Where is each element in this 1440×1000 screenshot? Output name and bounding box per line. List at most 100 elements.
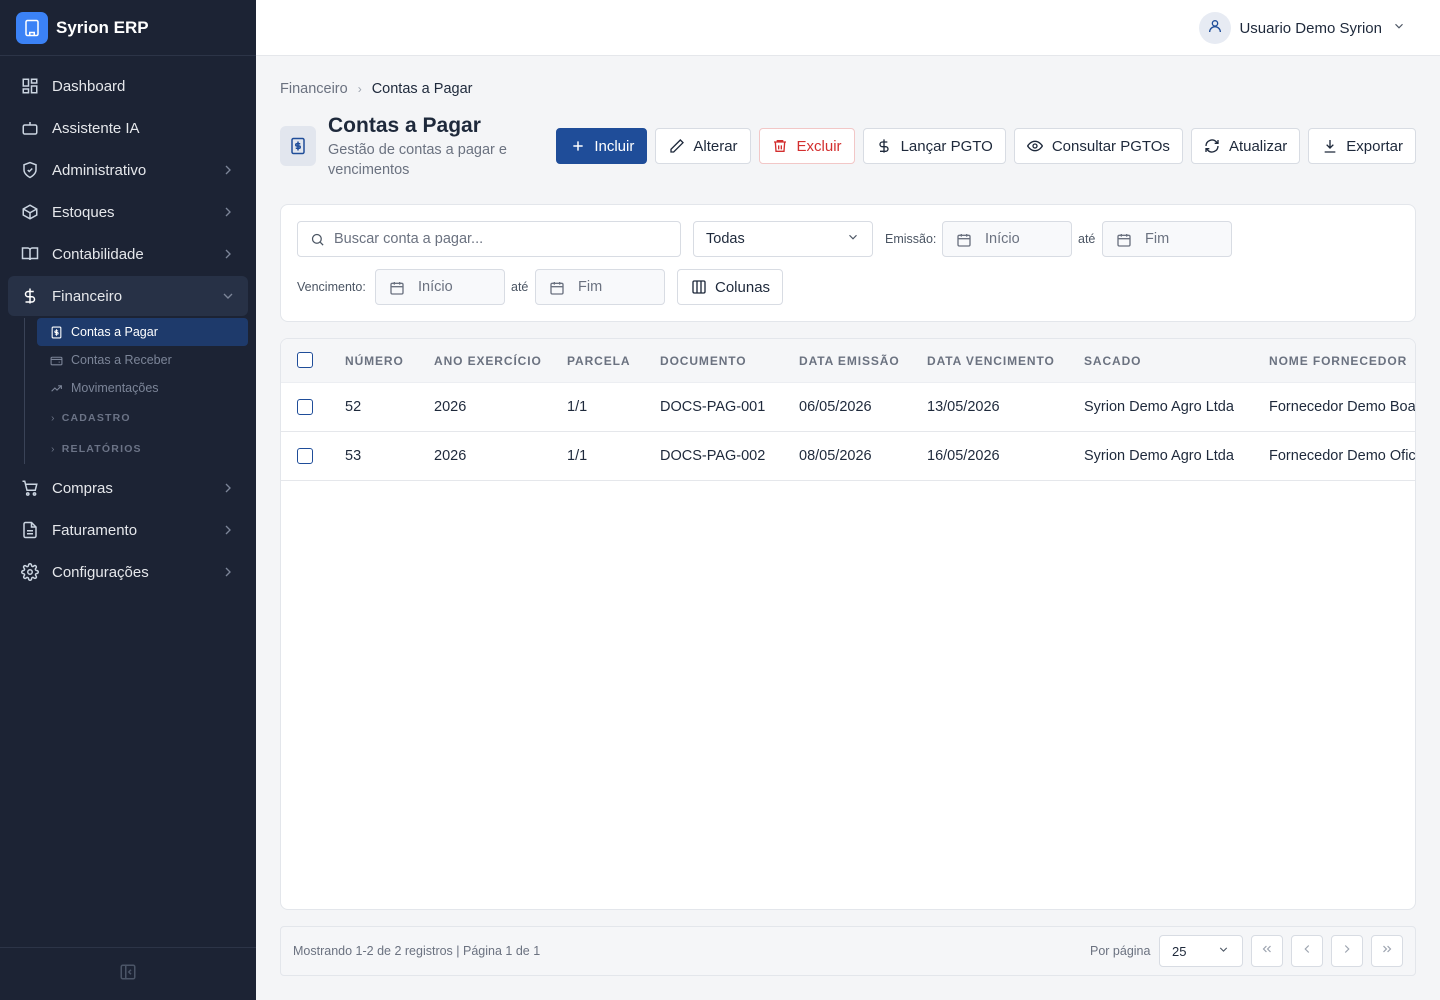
vencimento-label: Vencimento: xyxy=(297,280,366,294)
column-header[interactable]: Ano Exercício xyxy=(434,354,542,368)
table-header: Número Ano Exercício Parcela Documento D… xyxy=(281,339,1415,383)
cell-ano: 2026 xyxy=(434,399,467,415)
trash-icon xyxy=(772,138,789,155)
chevron-right-icon xyxy=(220,204,236,220)
first-page-button[interactable] xyxy=(1251,935,1283,967)
app-name: Syrion ERP xyxy=(56,17,149,37)
vencimento-inicio-field[interactable]: Início xyxy=(375,269,505,305)
brand[interactable]: Syrion ERP xyxy=(0,0,256,56)
sidebar-item-configuracoes[interactable]: Configurações xyxy=(8,552,248,592)
sidebar-section-cadastro[interactable]: › CADASTRO xyxy=(37,402,248,433)
per-page-select[interactable]: 25 xyxy=(1159,935,1243,967)
consultar-pgtos-button[interactable]: Consultar PGTOs xyxy=(1013,128,1183,164)
chevron-right-icon xyxy=(220,522,236,538)
incluir-button[interactable]: Incluir xyxy=(556,128,648,164)
avatar xyxy=(1199,12,1232,44)
chevron-right-icon: › xyxy=(51,442,56,455)
sidebar-item-contabilidade[interactable]: Contabilidade xyxy=(8,234,248,274)
last-page-button[interactable] xyxy=(1371,935,1403,967)
date-placeholder: Início xyxy=(418,279,453,295)
sidebar-subitem-label: Movimentações xyxy=(71,381,159,395)
breadcrumb-current: Contas a Pagar xyxy=(371,81,473,97)
status-select[interactable]: Todas xyxy=(693,221,873,257)
data-table: Número Ano Exercício Parcela Documento D… xyxy=(280,338,1416,910)
search-icon xyxy=(310,232,325,251)
column-header[interactable]: Data Emissão xyxy=(799,354,900,368)
invoice-icon xyxy=(20,520,40,540)
cell-sacado: Syrion Demo Agro Ltda xyxy=(1084,448,1234,464)
chevron-down-icon xyxy=(1392,19,1406,38)
dollar-icon xyxy=(876,138,893,155)
row-checkbox[interactable] xyxy=(297,399,313,415)
search-input[interactable]: Buscar conta a pagar... xyxy=(297,221,681,257)
column-header[interactable]: Número xyxy=(345,354,404,368)
sidebar-section-relatorios[interactable]: › RELATÓRIOS xyxy=(37,433,248,464)
lancar-pgto-button[interactable]: Lançar PGTO xyxy=(862,128,1006,164)
wallet-icon xyxy=(49,353,63,367)
atualizar-button[interactable]: Atualizar xyxy=(1190,128,1301,164)
cell-fornecedor: Fornecedor Demo Boa xyxy=(1269,399,1416,415)
cell-numero: 52 xyxy=(345,399,362,415)
alterar-button[interactable]: Alterar xyxy=(655,128,751,164)
column-header[interactable]: Documento xyxy=(660,354,747,368)
next-page-button[interactable] xyxy=(1331,935,1363,967)
chevron-right-icon: › xyxy=(51,411,56,424)
chevrons-left-icon xyxy=(1260,942,1274,961)
status-select-value: Todas xyxy=(706,231,745,247)
user-menu[interactable]: Usuario Demo Syrion xyxy=(1199,12,1406,44)
table-row[interactable]: 52 2026 1/1 DOCS-PAG-001 06/05/2026 13/0… xyxy=(281,383,1415,432)
sidebar-subitem-movimentacoes[interactable]: Movimentações xyxy=(37,374,248,402)
cell-sacado: Syrion Demo Agro Ltda xyxy=(1084,399,1234,415)
sidebar-item-label: Assistente IA xyxy=(52,119,140,137)
excluir-button[interactable]: Excluir xyxy=(758,128,855,164)
sidebar: Syrion ERP Dashboard Assistente IA Admin… xyxy=(0,0,256,1000)
sidebar-item-label: Administrativo xyxy=(52,161,147,179)
sidebar-item-label: Contabilidade xyxy=(52,245,144,263)
sidebar-nav: Dashboard Assistente IA Administrativo E… xyxy=(0,56,256,604)
sidebar-item-dashboard[interactable]: Dashboard xyxy=(8,66,248,106)
exportar-button[interactable]: Exportar xyxy=(1308,128,1416,164)
chevron-right-icon xyxy=(220,564,236,580)
breadcrumb-link-financeiro[interactable]: Financeiro xyxy=(280,81,348,97)
cell-emissao: 06/05/2026 xyxy=(799,399,872,415)
select-all-checkbox[interactable] xyxy=(297,352,313,368)
cell-numero: 53 xyxy=(345,448,362,464)
trending-up-icon xyxy=(49,381,63,395)
column-header[interactable]: Nome Fornecedor xyxy=(1269,354,1407,368)
sidebar-item-compras[interactable]: Compras xyxy=(8,468,248,508)
sidebar-item-label: Configurações xyxy=(52,563,149,581)
sidebar-section-label: CADASTRO xyxy=(61,411,131,424)
sidebar-item-label: Estoques xyxy=(52,203,115,221)
date-placeholder: Fim xyxy=(1145,231,1170,247)
chevrons-right-icon xyxy=(1380,942,1394,961)
vencimento-fim-field[interactable]: Fim xyxy=(535,269,665,305)
emissao-inicio-field[interactable]: Início xyxy=(942,221,1072,257)
emissao-label: Emissão: xyxy=(885,232,937,246)
columns-icon xyxy=(690,279,707,296)
prev-page-button[interactable] xyxy=(1291,935,1323,967)
column-header[interactable]: Data Vencimento xyxy=(927,354,1055,368)
emissao-fim-field[interactable]: Fim xyxy=(1102,221,1232,257)
sidebar-item-label: Compras xyxy=(52,479,113,497)
sidebar-subitem-contas-receber[interactable]: Contas a Receber xyxy=(37,346,248,374)
column-header[interactable]: Sacado xyxy=(1084,354,1141,368)
row-checkbox[interactable] xyxy=(297,448,313,464)
topbar: Usuario Demo Syrion xyxy=(256,0,1440,56)
lancar-pgto-label: Lançar PGTO xyxy=(900,137,993,155)
user-icon xyxy=(1207,18,1223,39)
page-subtitle: Gestão de contas a pagar e vencimentos xyxy=(328,142,507,178)
sidebar-item-faturamento[interactable]: Faturamento xyxy=(8,510,248,550)
sidebar-subitem-label: Contas a Receber xyxy=(71,353,172,367)
table-row[interactable]: 53 2026 1/1 DOCS-PAG-002 08/05/2026 16/0… xyxy=(281,432,1415,481)
sidebar-item-label: Dashboard xyxy=(52,77,126,95)
sidebar-item-estoques[interactable]: Estoques xyxy=(8,192,248,232)
colunas-button[interactable]: Colunas xyxy=(677,269,784,305)
sidebar-item-administrativo[interactable]: Administrativo xyxy=(8,150,248,190)
sidebar-subitem-label: Contas a Pagar xyxy=(71,325,158,339)
sidebar-collapse-button[interactable] xyxy=(0,947,256,1000)
column-header[interactable]: Parcela xyxy=(567,354,630,368)
sidebar-item-assistente[interactable]: Assistente IA xyxy=(8,108,248,148)
sidebar-subitem-contas-pagar[interactable]: Contas a Pagar xyxy=(37,318,248,346)
chevron-right-icon xyxy=(220,480,236,496)
sidebar-item-financeiro[interactable]: Financeiro xyxy=(8,276,248,316)
